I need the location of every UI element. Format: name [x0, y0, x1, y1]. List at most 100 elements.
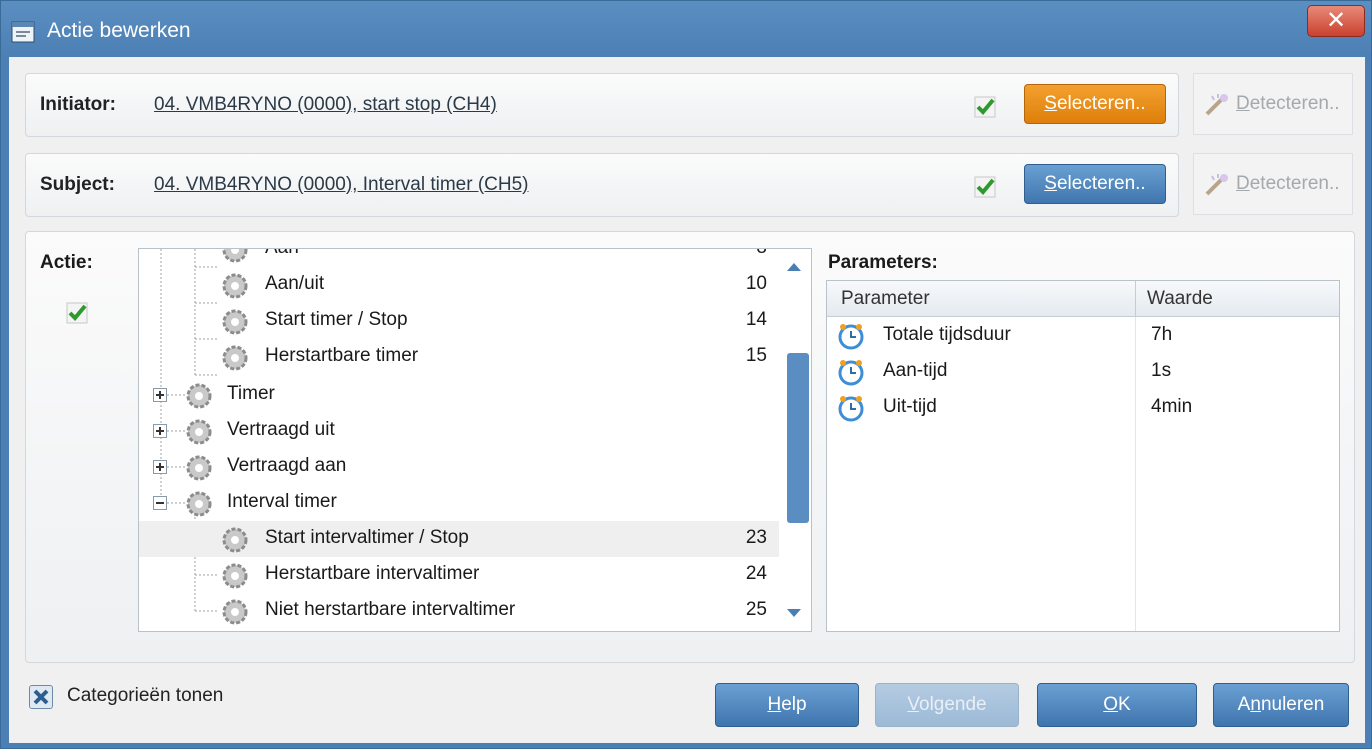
detect-wand-icon: [1205, 174, 1228, 196]
tree-item-code: 25: [745, 599, 767, 620]
parameter-name: Aan-tijd: [883, 360, 948, 381]
cancel-accesskey: n: [1250, 694, 1261, 715]
parameters-label: Parameters:: [828, 252, 938, 273]
tree-item-code: 8: [756, 249, 767, 259]
help-accesskey: H: [767, 694, 782, 715]
gear-icon: [222, 599, 248, 625]
parameters-table: Parameter Waarde Totale tijdsduur 7h Aan…: [826, 280, 1340, 632]
gear-icon: [222, 249, 248, 263]
window-icon: [11, 21, 35, 43]
subject-select-button[interactable]: Selecteren..: [1024, 164, 1166, 204]
tree-item[interactable]: Aan/uit 10: [139, 267, 779, 303]
tree-category[interactable]: Vertraagd uit: [139, 413, 779, 449]
column-header-parameter[interactable]: Parameter: [841, 288, 930, 310]
action-panel: Actie: Aan/uit 10 Start timer / Stop 14 …: [25, 231, 1355, 663]
next-button[interactable]: Volgende: [875, 683, 1019, 727]
tree-category-label: Vertraagd aan: [227, 455, 347, 476]
column-header-value[interactable]: Waarde: [1147, 288, 1213, 310]
tree-category[interactable]: Vertraagd aan: [139, 449, 779, 485]
title-bar[interactable]: Actie bewerken ✕: [1, 1, 1371, 57]
subject-detect-accesskey: D: [1236, 173, 1250, 194]
parameter-row[interactable]: Aan-tijd 1s: [827, 353, 1339, 389]
parameters-header: Parameter Waarde: [827, 281, 1339, 317]
tree-item-label: Herstartbare timer: [265, 345, 419, 366]
tree-item[interactable]: Aan 8: [139, 249, 779, 267]
initiator-detect-label: etecteren..: [1249, 93, 1340, 114]
cancel-button[interactable]: Annuleren: [1213, 683, 1349, 727]
dialog-window: Actie bewerken ✕ Initiator: 04. VMB4RYNO…: [0, 0, 1372, 749]
scroll-down-icon[interactable]: [787, 609, 801, 617]
expand-toggle[interactable]: [153, 388, 167, 402]
subject-panel: Subject: 04. VMB4RYNO (0000), Interval t…: [25, 153, 1179, 217]
ok-accesskey: O: [1103, 694, 1119, 715]
parameter-value[interactable]: 4min: [1151, 396, 1192, 418]
gear-icon: [186, 419, 212, 445]
help-label: elp: [781, 694, 807, 715]
subject-link[interactable]: 04. VMB4RYNO (0000), Interval timer (CH5…: [154, 174, 529, 196]
ok-button[interactable]: OK: [1037, 683, 1197, 727]
window-title: Actie bewerken: [47, 19, 191, 42]
parameter-value[interactable]: 1s: [1151, 360, 1171, 382]
subject-detect-button[interactable]: Detecteren..: [1193, 153, 1353, 215]
categories-checkbox[interactable]: [29, 685, 53, 709]
detect-wand-icon: [1205, 94, 1228, 116]
gear-icon: [222, 527, 248, 553]
parameter-row[interactable]: Uit-tijd 4min: [827, 389, 1339, 425]
alarm-clock-icon: [838, 324, 864, 350]
tree-item-selected[interactable]: Start intervaltimer / Stop 23: [139, 521, 779, 557]
tree-scrollbar[interactable]: [779, 249, 811, 631]
next-accesskey: V: [907, 694, 919, 715]
cancel-label-end: nuleren: [1260, 694, 1325, 715]
tree-item-label: Aan: [265, 249, 299, 259]
scroll-up-icon[interactable]: [787, 263, 801, 271]
action-check-icon: [66, 302, 88, 324]
gear-icon: [222, 273, 248, 299]
tree-category-label: Vertraagd uit: [227, 419, 335, 440]
expand-toggle[interactable]: [153, 460, 167, 474]
tree-category-label: Timer: [227, 383, 275, 404]
parameter-value[interactable]: 7h: [1151, 324, 1172, 346]
initiator-detect-accesskey: D: [1236, 93, 1250, 114]
action-label: Actie:: [40, 252, 93, 273]
collapse-toggle[interactable]: [153, 496, 167, 510]
tree-item-code: 10: [745, 273, 767, 294]
parameter-name: Totale tijdsduur: [883, 324, 1011, 345]
tree-category[interactable]: Timer: [139, 377, 779, 413]
initiator-link[interactable]: 04. VMB4RYNO (0000), start stop (CH4): [154, 94, 497, 116]
gear-icon: [222, 563, 248, 589]
tree-item[interactable]: Start timer / Stop 14: [139, 303, 779, 339]
action-tree[interactable]: Aan 8 Aan/uit 10 Start timer / Stop 14 H…: [138, 248, 812, 632]
parameter-row[interactable]: Totale tijdsduur 7h: [827, 317, 1339, 353]
close-button[interactable]: ✕: [1307, 5, 1365, 37]
tree-item[interactable]: Herstartbare intervaltimer 24: [139, 557, 779, 593]
expand-toggle[interactable]: [153, 424, 167, 438]
tree-item-code: 15: [745, 345, 767, 366]
subject-check-icon: [974, 176, 996, 198]
tree-item[interactable]: Herstartbare timer 15: [139, 339, 779, 375]
initiator-detect-button[interactable]: Detecteren..: [1193, 73, 1353, 135]
cancel-label-start: A: [1237, 694, 1251, 715]
tree-item-code: 24: [745, 563, 767, 584]
subject-detect-label: etecteren..: [1249, 173, 1340, 194]
tree-item-label: Niet herstartbare intervaltimer: [265, 599, 516, 620]
initiator-select-button[interactable]: Selecteren..: [1024, 84, 1166, 124]
initiator-label: Initiator:: [40, 94, 116, 115]
gear-icon: [186, 383, 212, 409]
help-button[interactable]: Help: [715, 683, 859, 727]
initiator-select-label: electeren..: [1056, 93, 1146, 114]
initiator-panel: Initiator: 04. VMB4RYNO (0000), start st…: [25, 73, 1179, 137]
x-mark-icon: [33, 689, 49, 705]
categories-label[interactable]: Categorieën tonen: [67, 685, 223, 707]
subject-label: Subject:: [40, 174, 115, 195]
tree-category[interactable]: Interval timer: [139, 485, 779, 521]
gear-icon: [186, 491, 212, 517]
scroll-thumb[interactable]: [787, 353, 809, 523]
tree-item-label: Aan/uit: [265, 273, 325, 294]
parameter-name: Uit-tijd: [883, 396, 937, 417]
gear-icon: [186, 455, 212, 481]
next-label: olgende: [919, 694, 987, 715]
tree-item[interactable]: Niet herstartbare intervaltimer 25: [139, 593, 779, 629]
initiator-check-icon: [974, 96, 996, 118]
initiator-select-accesskey: S: [1044, 93, 1057, 114]
alarm-clock-icon: [838, 396, 864, 422]
